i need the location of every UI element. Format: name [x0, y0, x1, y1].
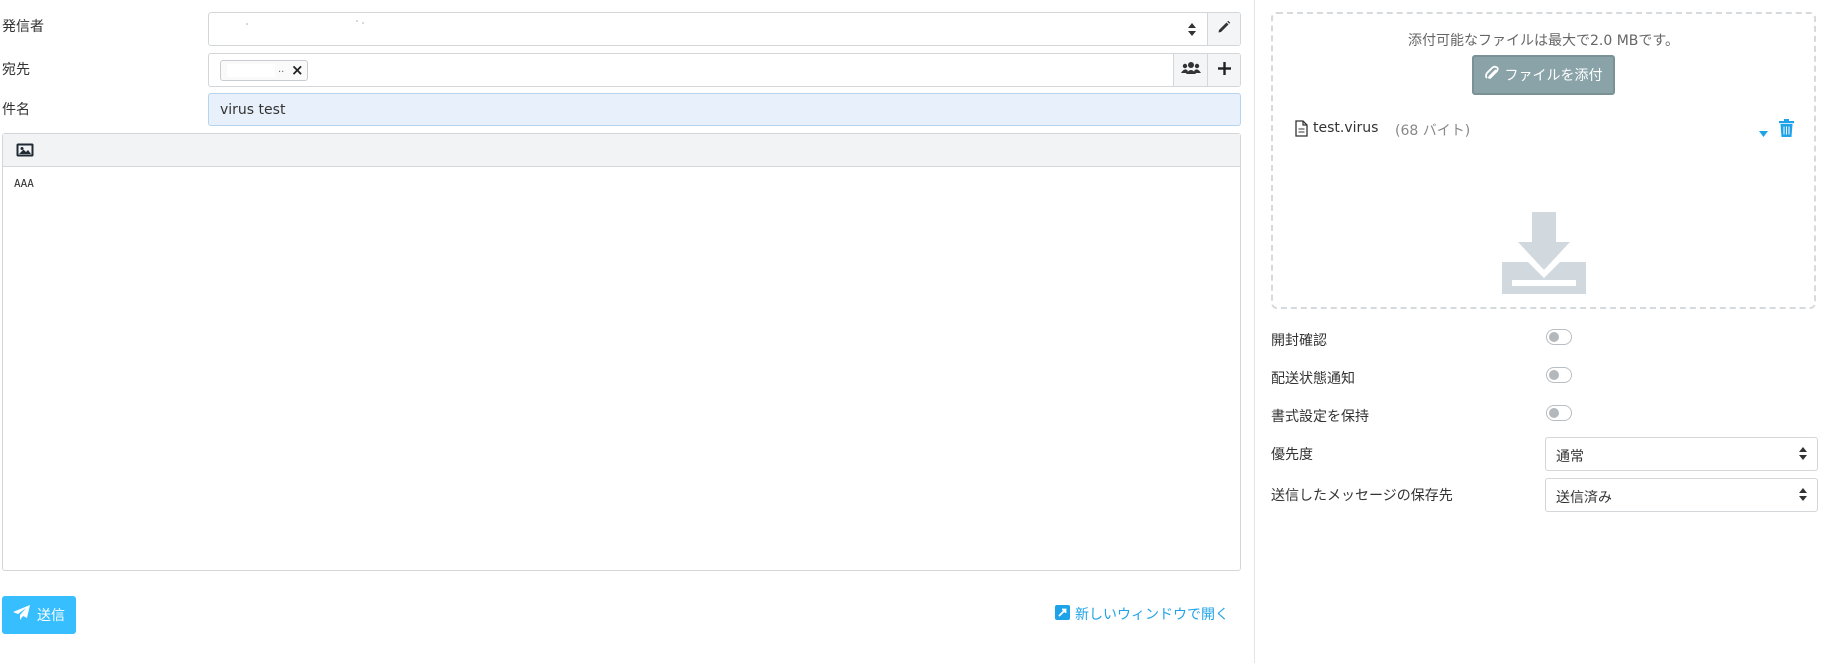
save-sent-label: 送信したメッセージの保存先 [1271, 488, 1453, 504]
image-icon[interactable] [16, 143, 34, 161]
priority-select[interactable]: 通常 [1545, 437, 1818, 471]
keep-formatting-label: 書式設定を保持 [1271, 409, 1369, 425]
dsn-toggle[interactable] [1546, 367, 1572, 383]
message-body-text[interactable]: AAA [14, 177, 34, 190]
subject-input[interactable]: virus test [208, 93, 1241, 126]
attachment-dropzone[interactable]: 添付可能なファイルは最大で2.0 MBです。 ファイルを添付 test.viru… [1271, 12, 1816, 309]
file-icon [1295, 120, 1308, 141]
send-button-label: 送信 [37, 608, 65, 624]
addressbook-button[interactable] [1173, 54, 1207, 86]
to-input[interactable]: .. × [208, 53, 1241, 87]
edit-identity-button[interactable] [1207, 13, 1240, 45]
from-select[interactable] [208, 12, 1241, 46]
to-label: 宛先 [2, 62, 30, 78]
save-sent-select[interactable]: 送信済み [1545, 478, 1818, 512]
users-icon [1180, 61, 1201, 79]
message-editor[interactable]: AAA [2, 133, 1241, 571]
open-new-window-link[interactable]: 新しいウィンドウで開く [1055, 604, 1229, 624]
priority-label: 優先度 [1271, 447, 1313, 463]
sort-icon [1799, 447, 1807, 464]
add-header-button[interactable] [1207, 54, 1240, 86]
open-new-window-label: 新しいウィンドウで開く [1075, 607, 1229, 623]
dsn-label: 配送状態通知 [1271, 371, 1355, 387]
caret-down-icon[interactable] [1759, 125, 1768, 141]
paper-plane-icon [13, 605, 31, 625]
download-icon [1502, 212, 1586, 298]
subject-label: 件名 [2, 102, 30, 118]
recipient-redacted [227, 64, 275, 77]
recipient-chip[interactable]: .. × [220, 60, 308, 81]
paperclip-icon [1484, 65, 1499, 85]
save-sent-value: 送信済み [1556, 490, 1612, 506]
send-button[interactable]: 送信 [2, 596, 76, 634]
column-divider [1254, 0, 1255, 663]
from-address-redacted [227, 17, 387, 31]
read-receipt-label: 開封確認 [1271, 333, 1327, 349]
attachment-list-item: test.virus (68 バイト) [1293, 118, 1798, 140]
remove-recipient-icon[interactable]: × [291, 61, 304, 79]
attachment-limit-text: 添付可能なファイルは最大で2.0 MBです。 [1408, 33, 1679, 49]
from-label: 発信者 [2, 19, 44, 35]
sort-icon [1188, 23, 1196, 40]
pencil-icon [1217, 20, 1231, 38]
priority-value: 通常 [1556, 449, 1584, 465]
sort-icon [1799, 488, 1807, 505]
external-link-icon [1055, 604, 1070, 624]
attach-file-button[interactable]: ファイルを添付 [1472, 55, 1615, 95]
plus-icon [1217, 61, 1231, 79]
attachment-file-size: (68 バイト) [1395, 123, 1471, 139]
trash-icon[interactable] [1779, 119, 1794, 141]
recipient-ellipsis: .. [278, 64, 285, 75]
attach-file-label: ファイルを添付 [1504, 68, 1603, 84]
editor-toolbar [3, 134, 1240, 167]
read-receipt-toggle[interactable] [1546, 329, 1572, 345]
keep-formatting-toggle[interactable] [1546, 405, 1572, 421]
attachment-file-name[interactable]: test.virus [1313, 120, 1378, 136]
